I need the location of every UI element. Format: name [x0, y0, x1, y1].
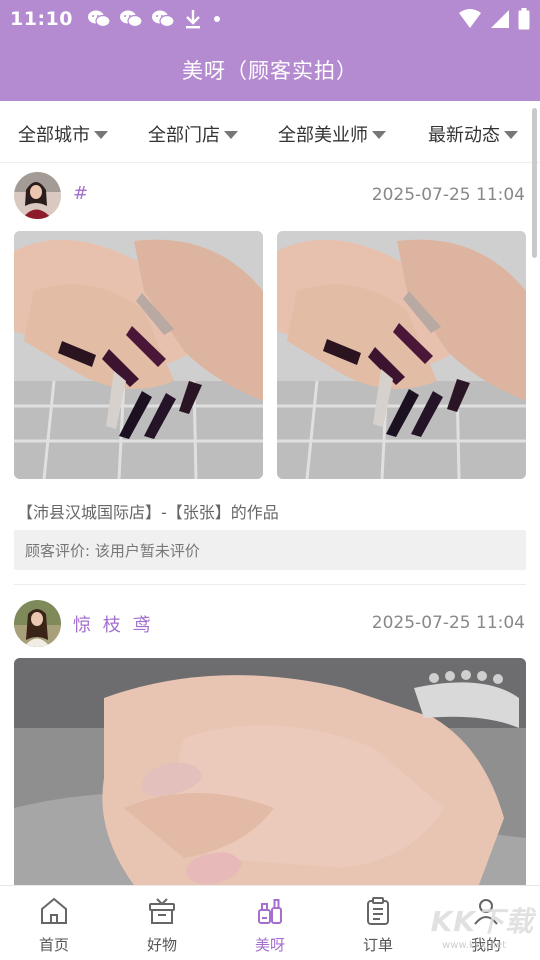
page-title: 美呀（顾客实拍） — [182, 58, 358, 83]
post-time: 2025-07-25 11:04 — [371, 185, 525, 205]
caret-down-icon — [372, 131, 386, 139]
nav-item-home[interactable]: 首页 — [0, 886, 108, 960]
wechat-icon — [151, 10, 175, 28]
user-name[interactable]: 惊 枝 鸢 — [73, 611, 153, 637]
gift-box-icon — [146, 894, 178, 928]
bottom-nav: 首页 好物 美呀 订单 我的 — [0, 885, 540, 960]
post-card: 惊 枝 鸢 2025-07-25 11:04 — [0, 592, 540, 898]
filter-store[interactable]: 全部门店 — [148, 121, 238, 147]
nav-label: 我的 — [470, 936, 501, 954]
nail-photo[interactable] — [14, 658, 526, 898]
nail-photo[interactable] — [277, 231, 526, 479]
nav-label: 订单 — [362, 936, 393, 954]
signal-icon — [491, 10, 509, 28]
filter-beautician[interactable]: 全部美业师 — [278, 121, 386, 147]
nav-label: 首页 — [38, 936, 69, 954]
post-time: 2025-07-25 11:04 — [371, 613, 525, 633]
caret-down-icon — [94, 131, 108, 139]
user-name[interactable]: # — [73, 183, 91, 204]
avatar[interactable] — [14, 600, 61, 647]
customer-review: 顾客评价: 该用户暂未评价 — [14, 530, 526, 570]
avatar[interactable] — [14, 172, 61, 219]
nail-photo[interactable] — [14, 231, 263, 479]
wechat-icon — [87, 10, 111, 28]
post-credit: 【沛县汉城国际店】-【张张】的作品 — [17, 503, 279, 522]
download-icon — [185, 10, 200, 29]
photo-grid — [14, 658, 526, 898]
review-text: 顾客评价: 该用户暂未评价 — [25, 541, 200, 560]
divider — [14, 584, 526, 585]
nav-label: 美呀 — [254, 936, 285, 954]
post-header: # 2025-07-25 11:04 — [0, 164, 540, 226]
nav-item-meiya[interactable]: 美呀 — [216, 886, 324, 960]
nail-polish-icon — [254, 894, 286, 928]
post-header: 惊 枝 鸢 2025-07-25 11:04 — [0, 592, 540, 654]
app-header: 11:10 美呀（顾客实拍） — [0, 0, 540, 101]
filter-beautician-label: 全部美业师 — [278, 125, 368, 146]
user-icon — [470, 894, 502, 928]
system-icons — [458, 8, 530, 30]
filter-sort[interactable]: 最新动态 — [428, 121, 518, 147]
battery-icon — [518, 8, 530, 30]
clipboard-icon — [362, 894, 394, 928]
filter-store-label: 全部门店 — [148, 125, 220, 146]
caret-down-icon — [504, 131, 518, 139]
home-icon — [38, 894, 70, 928]
filter-city-label: 全部城市 — [18, 125, 90, 146]
nav-item-mine[interactable]: 我的 — [432, 886, 540, 960]
nav-item-goods[interactable]: 好物 — [108, 886, 216, 960]
title-bar: 美呀（顾客实拍） — [0, 38, 540, 101]
photo-grid — [14, 231, 526, 479]
filter-sort-label: 最新动态 — [428, 125, 500, 146]
nav-label: 好物 — [146, 936, 177, 954]
filter-city[interactable]: 全部城市 — [18, 121, 108, 147]
dot-icon — [213, 16, 220, 22]
status-bar: 11:10 — [0, 0, 540, 38]
status-time: 11:10 — [10, 8, 73, 30]
wifi-icon — [459, 9, 481, 28]
filter-bar: 全部城市 全部门店 全部美业师 最新动态 — [0, 101, 540, 163]
nav-item-orders[interactable]: 订单 — [324, 886, 432, 960]
notification-icons — [87, 8, 223, 30]
wechat-icon — [119, 10, 143, 28]
caret-down-icon — [224, 131, 238, 139]
post-card: # 2025-07-25 11:04 【沛县汉城国际店】-【张张】的作品 顾客评… — [0, 164, 540, 588]
